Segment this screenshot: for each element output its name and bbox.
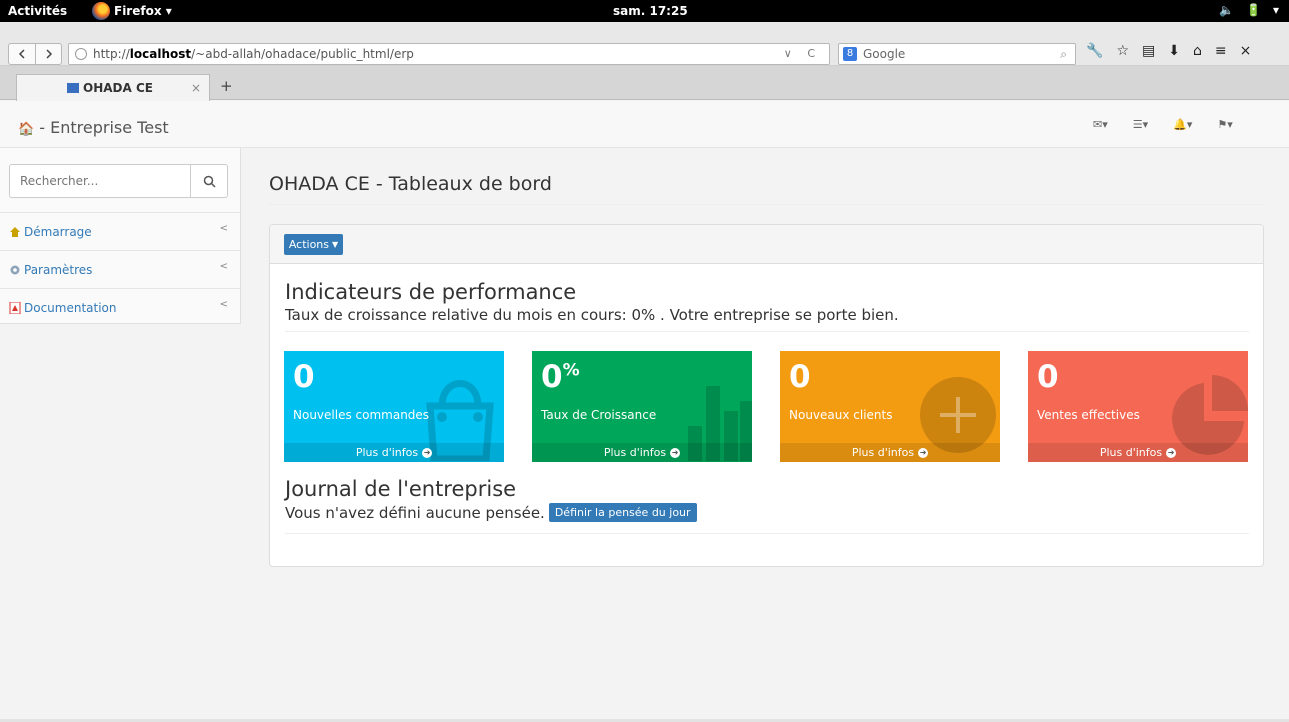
system-menu-icon[interactable]: ▾	[1273, 3, 1279, 17]
tasks-icon[interactable]: ☰▾	[1133, 118, 1148, 131]
sidebar-item-documentation[interactable]: Documentation <	[0, 288, 240, 326]
sidebar-item-label: Paramètres	[24, 262, 93, 277]
stat-value: 0	[293, 359, 315, 395]
more-info-link[interactable]: Plus d'infos ➜	[284, 443, 504, 462]
system-top-bar: Activités Firefox ▾ sam. 17:25 🔈 🔋 ▾	[0, 0, 1289, 22]
stat-box-ventes-effectives: 0 Ventes effectives Plus d'infos ➜	[1028, 351, 1248, 462]
url-host: localhost	[129, 47, 192, 61]
divider	[285, 533, 1249, 534]
stat-box-nouveaux-clients: 0 Nouveaux clients Plus d'infos ➜	[780, 351, 1000, 462]
bookmarks-menu-icon[interactable]: ▤	[1142, 43, 1155, 59]
more-info-link[interactable]: Plus d'infos ➜	[1028, 443, 1248, 462]
forward-button[interactable]	[35, 44, 61, 64]
search-button[interactable]	[190, 164, 228, 198]
sidebar-item-demarrage[interactable]: Démarrage <	[0, 212, 240, 250]
set-thought-button[interactable]: Définir la pensée du jour	[548, 503, 697, 522]
kpi-section-title: Indicateurs de performance	[285, 280, 577, 304]
site-identity-icon[interactable]	[75, 48, 87, 60]
brand-label: - Entreprise Test	[34, 118, 169, 137]
new-tab-button[interactable]: +	[220, 77, 233, 95]
forward-arrow-icon	[45, 49, 52, 59]
bell-icon[interactable]: 🔔▾	[1173, 118, 1192, 131]
home-icon	[9, 226, 21, 238]
developer-tools-icon[interactable]: 🔧	[1086, 43, 1103, 59]
header-icons: ✉▾ ☰▾ 🔔▾ ⚑▾	[1093, 118, 1233, 131]
caret-down-icon: ▼	[332, 240, 339, 249]
clock[interactable]: sam. 17:25	[613, 4, 688, 18]
tab-ohada-ce[interactable]: OHADA CE ×	[16, 74, 210, 101]
url-prefix: http://	[93, 47, 130, 61]
close-window-icon[interactable]: ×	[1240, 43, 1252, 59]
search-engine-label: Google	[863, 47, 906, 61]
stat-value: 0	[1037, 359, 1059, 395]
sidebar-search	[9, 164, 228, 198]
stat-value: 0%	[541, 359, 580, 395]
nav-buttons	[8, 43, 62, 65]
sidebar-item-label: Documentation	[24, 300, 117, 315]
divider	[285, 331, 1249, 332]
firefox-logo-icon	[92, 2, 110, 20]
chevron-left-icon: <	[219, 299, 228, 310]
stat-label: Nouveaux clients	[789, 408, 893, 422]
sidebar-item-label: Démarrage	[24, 224, 92, 239]
arrow-circle-right-icon: ➜	[670, 447, 681, 458]
search-icon	[203, 175, 216, 188]
tab-title: OHADA CE	[83, 81, 153, 95]
sidebar-item-parametres[interactable]: Paramètres <	[0, 250, 240, 288]
search-magnifier-icon[interactable]: ⌕	[1060, 47, 1067, 62]
volume-icon[interactable]: 🔈	[1219, 3, 1234, 17]
url-bar[interactable]: http://localhost/~abd-allah/ohadace/publ…	[68, 43, 830, 65]
favicon-icon	[67, 83, 79, 93]
tab-close-icon[interactable]: ×	[191, 81, 201, 95]
downloads-icon[interactable]: ⬇	[1168, 43, 1180, 59]
stat-label: Nouvelles commandes	[293, 408, 430, 422]
arrow-circle-right-icon: ➜	[918, 447, 929, 458]
envelope-icon[interactable]: ✉▾	[1093, 118, 1108, 131]
stat-box-nouvelles-commandes: 0 Nouvelles commandes Plus d'infos ➜	[284, 351, 504, 462]
panel-header	[270, 225, 1263, 264]
divider	[269, 204, 1264, 205]
search-input[interactable]	[9, 164, 190, 198]
hamburger-menu-icon[interactable]: ≡	[1215, 43, 1227, 59]
home-icon[interactable]: ⌂	[1193, 43, 1202, 59]
journal-text: Vous n'avez défini aucune pensée.	[285, 503, 545, 522]
url-path: /~abd-allah/ohadace/public_html/erp	[191, 47, 414, 61]
chevron-left-icon: <	[219, 223, 228, 234]
back-button[interactable]	[9, 44, 35, 64]
system-tray[interactable]: 🔈 🔋 ▾	[1219, 3, 1279, 17]
arrow-circle-right-icon: ➜	[1166, 447, 1177, 458]
kpi-subtitle: Taux de croissance relative du mois en c…	[285, 306, 899, 324]
journal-title: Journal de l'entreprise	[285, 477, 517, 501]
plus-icon	[940, 397, 976, 433]
app-menu[interactable]: Firefox ▾	[92, 2, 172, 20]
back-arrow-icon	[18, 49, 25, 59]
page-title: OHADA CE - Tableaux de bord	[269, 173, 552, 195]
browser-toolbar-icons: 🔧 ☆ ▤ ⬇ ⌂ ≡ ×	[1086, 43, 1251, 59]
bookmark-star-icon[interactable]: ☆	[1116, 43, 1129, 59]
gear-icon	[9, 264, 21, 276]
stat-label: Ventes effectives	[1037, 408, 1140, 422]
actions-dropdown-button[interactable]: Actions ▼	[284, 234, 343, 255]
more-info-link[interactable]: Plus d'infos ➜	[780, 443, 1000, 462]
stat-label: Taux de Croissance	[541, 408, 657, 422]
actions-label: Actions	[288, 238, 330, 251]
arrow-circle-right-icon: ➜	[422, 447, 433, 458]
home-icon: 🏠	[18, 122, 35, 137]
url-dropdown-reload-icons[interactable]: ∨ C	[784, 47, 821, 60]
activities-button[interactable]: Activités	[8, 4, 67, 18]
more-info-link[interactable]: Plus d'infos ➜	[532, 443, 752, 462]
pdf-icon	[9, 301, 21, 314]
app-menu-label: Firefox ▾	[114, 4, 172, 18]
journal-message: Vous n'avez défini aucune pensée. Défini…	[285, 503, 697, 522]
battery-icon[interactable]: 🔋	[1246, 3, 1261, 17]
search-bar[interactable]: 8 Google ⌕	[838, 43, 1076, 65]
brand-link[interactable]: 🏠 - Entreprise Test	[18, 118, 169, 137]
user-icon[interactable]: ⚑▾	[1217, 118, 1232, 131]
google-engine-icon[interactable]: 8	[843, 47, 857, 61]
stat-box-taux-de-croissance: 0% Taux de Croissance Plus d'infos ➜	[532, 351, 752, 462]
chevron-left-icon: <	[219, 261, 228, 272]
stat-value: 0	[789, 359, 811, 395]
